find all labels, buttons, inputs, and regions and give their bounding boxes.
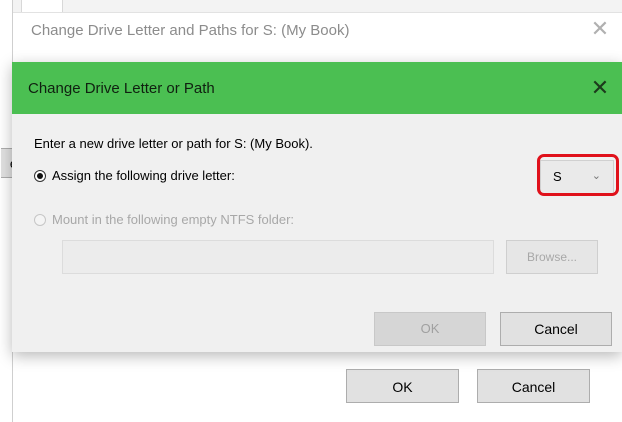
browse-button[interactable]: Browse...	[506, 240, 598, 274]
mount-folder-label: Mount in the following empty NTFS folder…	[52, 212, 295, 227]
outer-cancel-button[interactable]: Cancel	[477, 369, 590, 403]
drive-paths-dialog-title: Change Drive Letter and Paths for S: (My…	[31, 22, 350, 39]
drive-letter-dropdown[interactable]: S ⌄	[540, 160, 614, 194]
screenshot-canvas: Change Drive Letter and Paths for S: (My…	[0, 0, 622, 422]
close-icon[interactable]: ✕	[588, 76, 612, 100]
mount-folder-radio[interactable]	[34, 214, 46, 226]
close-icon[interactable]: ✕	[589, 18, 611, 40]
assign-letter-label[interactable]: Assign the following drive letter:	[52, 168, 235, 183]
cancel-button[interactable]: Cancel	[500, 312, 612, 346]
outer-ok-button[interactable]: OK	[346, 369, 459, 403]
dialog-prompt: Enter a new drive letter or path for S: …	[34, 136, 313, 151]
dialog-titlebar: Change Drive Letter or Path ✕	[12, 62, 622, 114]
background-window-tab	[21, 0, 63, 12]
assign-letter-radio[interactable]	[34, 170, 46, 182]
folder-path-input[interactable]	[62, 240, 494, 274]
chevron-down-icon: ⌄	[591, 170, 601, 182]
background-window-strip	[13, 0, 622, 13]
drive-letter-value: S	[553, 169, 562, 184]
change-drive-letter-dialog: Change Drive Letter or Path ✕ Enter a ne…	[12, 62, 622, 352]
ok-button[interactable]: OK	[374, 312, 486, 346]
dialog-title: Change Drive Letter or Path	[28, 80, 215, 97]
